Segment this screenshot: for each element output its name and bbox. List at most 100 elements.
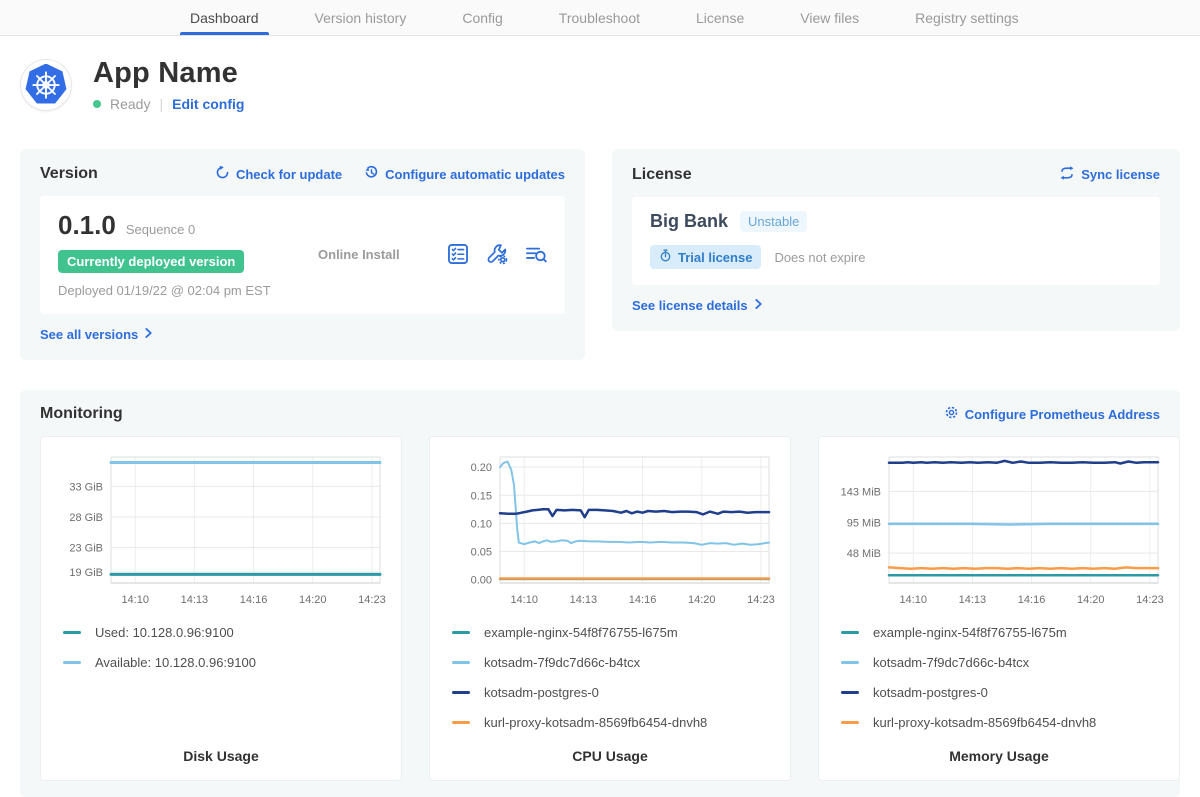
configure-prometheus-button[interactable]: Configure Prometheus Address — [944, 405, 1160, 423]
legend-item: kurl-proxy-kotsadm-8569fb6454-dnvh8 — [444, 715, 776, 730]
svg-text:0.15: 0.15 — [471, 490, 492, 502]
legend-dash-icon — [841, 631, 859, 634]
trial-license-badge: Trial license — [650, 245, 761, 269]
disk-usage-legend: Used: 10.128.0.96:9100Available: 10.128.… — [55, 625, 387, 730]
monitoring-section: Monitoring Configure Prometheus Address … — [20, 390, 1180, 797]
channel-badge: Unstable — [740, 211, 807, 232]
license-customer-name: Big Bank — [650, 211, 728, 232]
edit-config-link[interactable]: Edit config — [172, 96, 244, 112]
svg-text:14:13: 14:13 — [959, 594, 987, 606]
legend-dash-icon — [841, 661, 859, 664]
ready-status-dot — [93, 100, 101, 108]
cpu-usage-title: CPU Usage — [444, 748, 776, 764]
version-number: 0.1.0 — [58, 210, 116, 241]
legend-item: kurl-proxy-kotsadm-8569fb6454-dnvh8 — [833, 715, 1165, 730]
sync-icon — [1059, 165, 1075, 184]
legend-item: Used: 10.128.0.96:9100 — [55, 625, 387, 640]
currently-deployed-badge: Currently deployed version — [58, 250, 244, 273]
license-card: License Sync license Big Bank — [612, 149, 1180, 331]
version-card: Version Check for update — [20, 149, 585, 360]
gear-icon — [944, 405, 959, 423]
legend-item: example-nginx-54f8f76755-l675m — [833, 625, 1165, 640]
svg-text:14:10: 14:10 — [510, 594, 538, 606]
tab-registry-settings[interactable]: Registry settings — [915, 0, 1018, 35]
divider: | — [159, 96, 163, 112]
legend-dash-icon — [63, 661, 81, 664]
legend-label: kotsadm-postgres-0 — [873, 685, 988, 700]
legend-label: Used: 10.128.0.96:9100 — [95, 625, 234, 640]
svg-text:14:23: 14:23 — [1136, 594, 1164, 606]
page-title: App Name — [93, 57, 244, 90]
legend-dash-icon — [452, 661, 470, 664]
disk-usage-panel: 14:1014:1314:1614:2014:2333 GiB28 GiB23 … — [40, 436, 402, 781]
version-card-title: Version — [40, 165, 98, 183]
license-expiry-label: Does not expire — [774, 250, 865, 265]
svg-text:95 MiB: 95 MiB — [847, 518, 881, 530]
legend-dash-icon — [452, 721, 470, 724]
kubernetes-icon — [25, 64, 67, 106]
monitoring-title: Monitoring — [40, 405, 123, 423]
legend-label: example-nginx-54f8f76755-l675m — [484, 625, 678, 640]
ready-status-label: Ready — [110, 96, 150, 112]
svg-text:14:23: 14:23 — [747, 594, 775, 606]
svg-text:0.00: 0.00 — [471, 575, 492, 587]
license-panel: Big Bank Unstable — [632, 197, 1160, 285]
svg-text:14:16: 14:16 — [240, 594, 268, 606]
preflight-checks-icon[interactable] — [447, 243, 469, 265]
legend-label: kurl-proxy-kotsadm-8569fb6454-dnvh8 — [484, 715, 707, 730]
svg-text:33 GiB: 33 GiB — [69, 481, 103, 493]
view-diff-icon[interactable] — [525, 243, 547, 265]
tab-dashboard[interactable]: Dashboard — [190, 0, 259, 35]
legend-dash-icon — [841, 721, 859, 724]
svg-text:14:20: 14:20 — [1077, 594, 1105, 606]
legend-label: kotsadm-postgres-0 — [484, 685, 599, 700]
legend-label: kotsadm-7f9dc7d66c-b4tcx — [484, 655, 640, 670]
sync-license-button[interactable]: Sync license — [1059, 165, 1160, 184]
svg-text:14:16: 14:16 — [1018, 594, 1046, 606]
memory-usage-panel: 14:1014:1314:1614:2014:23143 MiB95 MiB48… — [818, 436, 1180, 781]
svg-text:143 MiB: 143 MiB — [841, 486, 881, 498]
check-for-update-button[interactable]: Check for update — [215, 165, 342, 183]
memory-usage-legend: example-nginx-54f8f76755-l675m kotsadm-7f… — [833, 625, 1165, 730]
svg-text:14:23: 14:23 — [358, 594, 386, 606]
disk-usage-title: Disk Usage — [55, 748, 387, 764]
app-logo — [20, 59, 72, 111]
tab-config[interactable]: Config — [462, 0, 502, 35]
see-all-versions-link[interactable]: See all versions — [40, 327, 565, 342]
stopwatch-icon — [659, 249, 672, 265]
legend-dash-icon — [63, 631, 81, 634]
memory-usage-title: Memory Usage — [833, 748, 1165, 764]
svg-text:14:13: 14:13 — [181, 594, 209, 606]
legend-item: kotsadm-postgres-0 — [833, 685, 1165, 700]
see-license-details-link[interactable]: See license details — [632, 298, 1160, 313]
legend-label: example-nginx-54f8f76755-l675m — [873, 625, 1067, 640]
svg-text:0.10: 0.10 — [471, 518, 492, 530]
svg-text:0.20: 0.20 — [471, 462, 492, 474]
memory-usage-chart: 14:1014:1314:1614:2014:23143 MiB95 MiB48… — [833, 449, 1165, 611]
refresh-icon — [215, 165, 230, 183]
svg-text:19 GiB: 19 GiB — [69, 567, 103, 579]
tab-license[interactable]: License — [696, 0, 744, 35]
edit-config-icon[interactable] — [486, 243, 508, 265]
legend-item: kotsadm-7f9dc7d66c-b4tcx — [444, 655, 776, 670]
tab-view-files[interactable]: View files — [800, 0, 859, 35]
legend-item: example-nginx-54f8f76755-l675m — [444, 625, 776, 640]
tab-troubleshoot[interactable]: Troubleshoot — [559, 0, 640, 35]
tab-version-history[interactable]: Version history — [315, 0, 407, 35]
chevron-right-icon — [144, 327, 153, 342]
svg-text:14:10: 14:10 — [899, 594, 927, 606]
legend-item: kotsadm-postgres-0 — [444, 685, 776, 700]
legend-label: kotsadm-7f9dc7d66c-b4tcx — [873, 655, 1029, 670]
configure-automatic-updates-button[interactable]: Configure automatic updates — [364, 165, 565, 183]
svg-text:28 GiB: 28 GiB — [69, 512, 103, 524]
app-header: App Name Ready | Edit config — [20, 57, 1180, 112]
svg-text:14:16: 14:16 — [629, 594, 657, 606]
disk-usage-chart: 14:1014:1314:1614:2014:2333 GiB28 GiB23 … — [55, 449, 387, 611]
license-card-title: License — [632, 166, 692, 184]
cpu-usage-panel: 14:1014:1314:1614:2014:230.200.150.100.0… — [429, 436, 791, 781]
svg-text:14:20: 14:20 — [299, 594, 327, 606]
deployed-timestamp: Deployed 01/19/22 @ 02:04 pm EST — [58, 283, 271, 298]
sequence-label: Sequence 0 — [126, 222, 195, 237]
top-nav: Dashboard Version history Config Trouble… — [0, 0, 1200, 36]
legend-dash-icon — [841, 691, 859, 694]
